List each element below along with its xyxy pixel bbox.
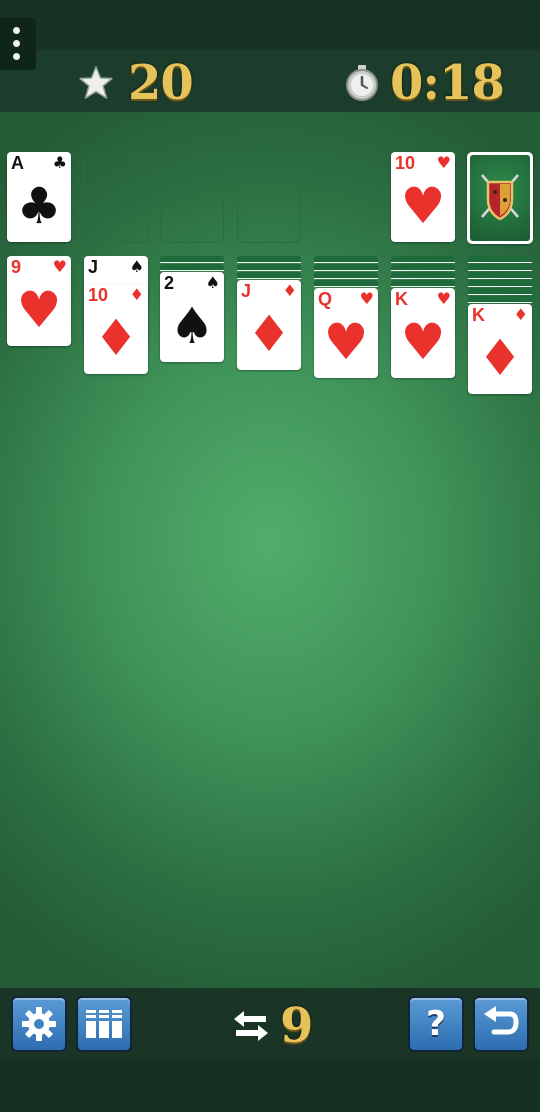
card-rank: J bbox=[241, 281, 252, 301]
score-value: 20 bbox=[128, 55, 194, 111]
foundation-1[interactable]: A ♣ ♣ bbox=[7, 152, 71, 242]
gear-icon-wrap bbox=[13, 998, 65, 1050]
heart-icon: ♥ bbox=[400, 313, 446, 371]
tableau-card[interactable]: K ♦ ♦ bbox=[468, 304, 532, 394]
card-rank: Q bbox=[318, 289, 333, 309]
face-down-card bbox=[391, 264, 455, 271]
card-stacks-icon bbox=[86, 1010, 122, 1038]
face-down-card bbox=[468, 264, 532, 271]
moves-value: 9 bbox=[280, 998, 313, 1054]
heart-icon: ♥ bbox=[436, 289, 451, 308]
swap-arrows-icon bbox=[234, 1011, 268, 1041]
waste-card[interactable]: 10 ♥ ♥ bbox=[391, 152, 455, 242]
face-down-card bbox=[468, 296, 532, 303]
face-down-card bbox=[468, 280, 532, 287]
diamond-icon: ♦ bbox=[129, 285, 144, 304]
spade-icon: ♠ bbox=[129, 257, 144, 276]
star-icon bbox=[79, 66, 113, 99]
face-down-card bbox=[237, 264, 301, 271]
card-rank: K bbox=[395, 289, 408, 309]
menu-button[interactable] bbox=[0, 18, 36, 70]
card-rank: J bbox=[88, 257, 99, 277]
tableau-card[interactable]: 10 ♦ ♦ bbox=[84, 284, 148, 374]
timer-display: 0:18 bbox=[344, 55, 505, 111]
club-icon: ♣ bbox=[16, 177, 62, 235]
foundation-4[interactable] bbox=[237, 153, 301, 243]
card-rank: 10 bbox=[88, 285, 109, 305]
diamond-icon: ♦ bbox=[246, 305, 292, 363]
settings-button[interactable] bbox=[11, 996, 67, 1052]
card-rank: 2 bbox=[164, 273, 175, 293]
bottom-strip bbox=[0, 1060, 540, 1112]
heart-icon: ♥ bbox=[436, 153, 451, 172]
heart-icon: ♥ bbox=[359, 289, 374, 308]
face-down-card bbox=[160, 264, 224, 271]
diamond-icon: ♦ bbox=[513, 305, 528, 324]
moves-display: 9 bbox=[232, 998, 313, 1054]
face-down-card bbox=[314, 272, 378, 279]
stopwatch-icon bbox=[346, 65, 378, 101]
gear-icon bbox=[22, 1007, 56, 1041]
kebab-menu-dot bbox=[13, 53, 20, 60]
tableau-card[interactable]: K ♥ ♥ bbox=[391, 288, 455, 378]
face-down-card bbox=[391, 272, 455, 279]
face-down-card bbox=[391, 256, 455, 263]
face-down-card bbox=[237, 256, 301, 263]
tableau-card[interactable]: J ♦ ♦ bbox=[237, 280, 301, 370]
club-icon: ♣ bbox=[52, 153, 67, 172]
card-rank: K bbox=[472, 305, 485, 325]
face-down-card bbox=[468, 288, 532, 295]
face-down-card bbox=[314, 280, 378, 287]
face-down-card bbox=[468, 256, 532, 263]
kebab-menu-dot bbox=[13, 40, 20, 47]
face-down-card bbox=[391, 280, 455, 287]
heart-icon: ♥ bbox=[323, 313, 369, 371]
diamond-icon: ♦ bbox=[93, 309, 139, 367]
undo-arrow-icon bbox=[484, 1006, 519, 1035]
tableau-card[interactable]: Q ♥ ♥ bbox=[314, 288, 378, 378]
help-button[interactable]: ? bbox=[408, 996, 464, 1052]
tableau-card[interactable]: 2 ♠ ♠ bbox=[160, 272, 224, 362]
kebab-menu-icon bbox=[13, 27, 20, 34]
face-down-card bbox=[314, 264, 378, 271]
game-board bbox=[0, 112, 540, 988]
top-strip bbox=[0, 0, 540, 50]
card-rank: A bbox=[11, 153, 24, 173]
face-down-card bbox=[468, 272, 532, 279]
score-display: 20 bbox=[78, 55, 194, 111]
face-down-card bbox=[160, 256, 224, 263]
face-down-card bbox=[314, 256, 378, 263]
shield-swords-icon bbox=[481, 174, 519, 221]
card-stacks-icon-wrap bbox=[78, 998, 130, 1050]
heart-icon: ♥ bbox=[400, 177, 446, 235]
card-back bbox=[470, 155, 530, 241]
heart-icon: ♥ bbox=[16, 281, 62, 339]
card-rank: 10 bbox=[395, 153, 416, 173]
foundation-2[interactable] bbox=[84, 153, 148, 243]
help-label: ? bbox=[426, 1004, 446, 1044]
diamond-icon: ♦ bbox=[477, 329, 523, 387]
foundation-3[interactable] bbox=[160, 153, 224, 243]
heart-icon: ♥ bbox=[52, 257, 67, 276]
spade-icon: ♠ bbox=[205, 273, 220, 292]
diamond-icon: ♦ bbox=[282, 281, 297, 300]
spade-icon: ♠ bbox=[169, 297, 215, 355]
face-down-card bbox=[237, 272, 301, 279]
stock-pile[interactable] bbox=[467, 152, 533, 244]
undo-arrow-icon-wrap bbox=[475, 998, 527, 1050]
deals-button[interactable] bbox=[76, 996, 132, 1052]
timer-value: 0:18 bbox=[390, 55, 505, 111]
undo-button[interactable] bbox=[473, 996, 529, 1052]
card-rank: 9 bbox=[11, 257, 22, 277]
tableau-card[interactable]: 9 ♥ ♥ bbox=[7, 256, 71, 346]
